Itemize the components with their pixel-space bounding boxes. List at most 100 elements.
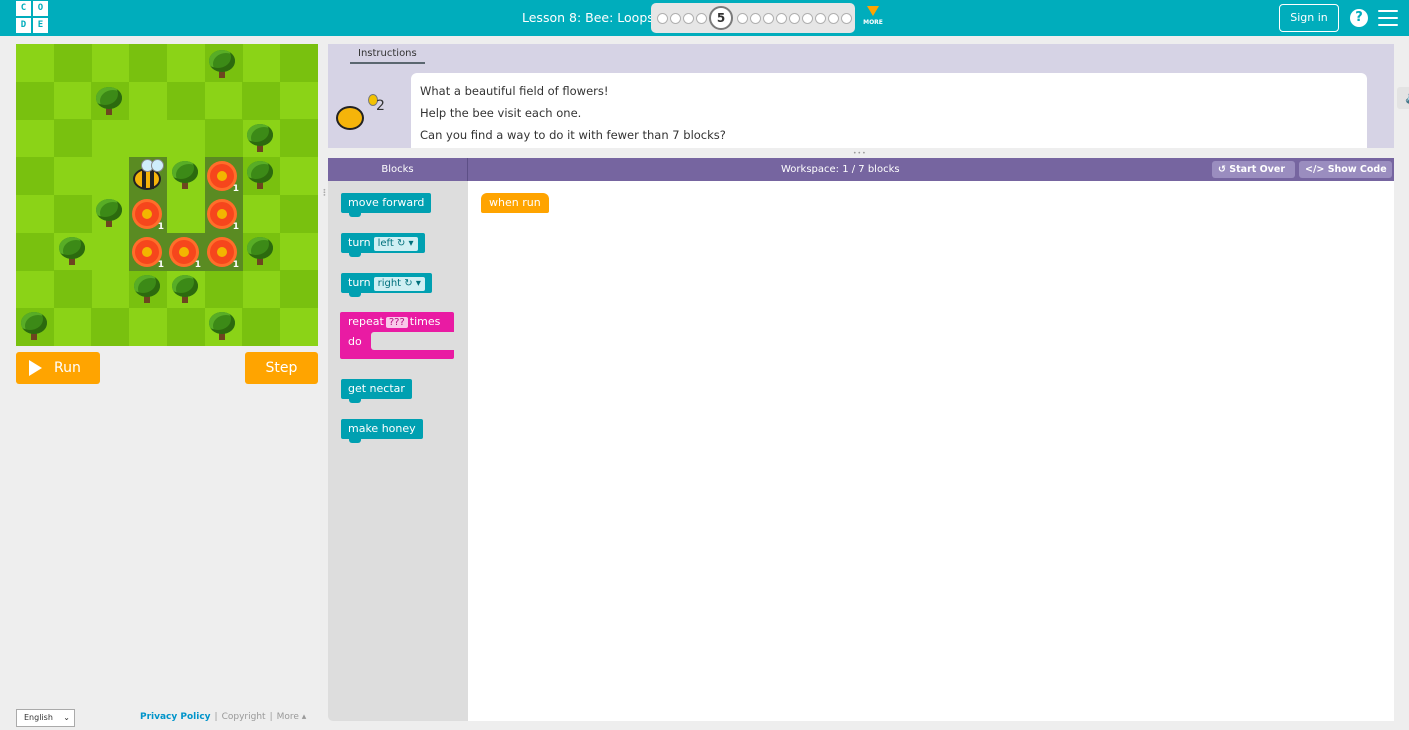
- run-button[interactable]: Run: [16, 352, 100, 384]
- workspace-title: Workspace: 1 / 7 blocks: [781, 164, 900, 175]
- level-dot[interactable]: [828, 13, 839, 24]
- repeat-label: repeat: [348, 315, 384, 328]
- flower-icon: 1: [132, 237, 164, 270]
- level-dot[interactable]: [776, 13, 787, 24]
- copyright-link[interactable]: Copyright: [222, 712, 266, 722]
- privacy-policy-link[interactable]: Privacy Policy: [140, 712, 211, 722]
- repeat-header: repeat??? times: [348, 315, 440, 328]
- turn-left-block[interactable]: turn left ↻ ▾: [341, 233, 425, 257]
- blocks-title: Blocks: [328, 158, 468, 181]
- tree-icon: [206, 48, 238, 80]
- tree-icon: [93, 85, 125, 117]
- bee-avatar: 2: [332, 90, 386, 138]
- more-label: MORE: [863, 19, 883, 26]
- start-over-label: Start Over: [1229, 164, 1286, 175]
- show-code-button[interactable]: </> Show Code: [1299, 161, 1392, 178]
- get-nectar-block[interactable]: get nectar: [341, 379, 412, 403]
- level-dot[interactable]: [802, 13, 813, 24]
- workspace-header: Blocks Workspace: 1 / 7 blocks ↺ Start O…: [328, 158, 1394, 181]
- flower-icon: 1: [207, 237, 239, 270]
- level-dot[interactable]: [841, 13, 852, 24]
- when-run-block[interactable]: when run: [481, 193, 549, 213]
- make-honey-block[interactable]: make honey: [341, 419, 423, 443]
- step-button[interactable]: Step: [245, 352, 318, 384]
- tree-icon: [244, 159, 276, 191]
- instructions-bubble: What a beautiful field of flowers! Help …: [411, 73, 1409, 148]
- tree-icon: [56, 235, 88, 267]
- level-dot[interactable]: [670, 13, 681, 24]
- flower-icon: 1: [207, 161, 239, 194]
- level-dot[interactable]: [657, 13, 668, 24]
- repeat-count-field[interactable]: ???: [385, 317, 408, 328]
- help-icon[interactable]: ?: [1350, 9, 1368, 27]
- block-toolbox: [328, 181, 468, 721]
- more-levels-button[interactable]: MORE: [860, 5, 886, 31]
- bee-character-icon: [131, 159, 165, 193]
- code-org-logo[interactable]: C O D E: [16, 1, 48, 33]
- do-label: do: [348, 335, 362, 348]
- level-dot[interactable]: [763, 13, 774, 24]
- hint-count: 2: [376, 98, 385, 114]
- current-level-bubble[interactable]: 5: [709, 6, 733, 30]
- move-forward-block[interactable]: move forward: [341, 193, 432, 217]
- logo-letter-d: D: [16, 18, 31, 33]
- level-dot[interactable]: [737, 13, 748, 24]
- language-value: English: [24, 713, 53, 722]
- level-dot[interactable]: [750, 13, 761, 24]
- top-header: C O D E Lesson 8: Bee: Loops 5 MORE Sign…: [0, 0, 1409, 36]
- lesson-title[interactable]: Lesson 8: Bee: Loops: [522, 10, 654, 25]
- toolbox-resize-handle[interactable]: •••: [320, 188, 327, 196]
- show-code-label: Show Code: [1327, 164, 1387, 175]
- tree-icon: [93, 197, 125, 229]
- chevron-down-icon: ⌄: [63, 713, 70, 722]
- flower-icon: 1: [132, 199, 164, 232]
- level-progress-bar: 5: [651, 3, 855, 33]
- direction-dropdown[interactable]: right ↻ ▾: [373, 277, 425, 291]
- logo-letter-c: C: [16, 1, 31, 16]
- sign-in-button[interactable]: Sign in: [1279, 4, 1339, 32]
- tree-icon: [169, 273, 201, 305]
- tree-icon: [169, 159, 201, 191]
- level-dot[interactable]: [683, 13, 694, 24]
- level-dot[interactable]: [815, 13, 826, 24]
- repeat-block[interactable]: repeat??? times do: [340, 312, 454, 359]
- turn-label: turn: [348, 276, 371, 289]
- times-label: times: [409, 315, 441, 328]
- tree-icon: [206, 310, 238, 342]
- turn-label: turn: [348, 236, 371, 249]
- repeat-slot: [371, 332, 454, 350]
- instructions-panel: 2 What a beautiful field of flowers! Hel…: [328, 66, 1409, 148]
- tab-instructions[interactable]: Instructions: [350, 48, 425, 64]
- more-link[interactable]: More ▴: [277, 712, 307, 722]
- logo-letter-e: E: [33, 18, 48, 33]
- play-icon: [29, 360, 42, 376]
- turn-right-block[interactable]: turn right ↻ ▾: [341, 273, 432, 297]
- run-label: Run: [54, 360, 81, 376]
- instructions-tab-bar: Instructions: [328, 44, 1394, 66]
- direction-dropdown[interactable]: left ↻ ▾: [373, 237, 418, 251]
- undo-icon: ↺: [1218, 164, 1230, 175]
- instruction-line: Can you find a way to do it with fewer t…: [420, 128, 726, 142]
- flower-icon: 1: [207, 199, 239, 232]
- instruction-line: Help the bee visit each one.: [420, 106, 582, 120]
- tree-icon: [244, 122, 276, 154]
- resize-grip-icon[interactable]: •••: [853, 150, 867, 157]
- footer-links: Privacy Policy | Copyright | More ▴: [140, 712, 307, 722]
- tree-icon: [244, 235, 276, 267]
- level-dot[interactable]: [696, 13, 707, 24]
- start-over-button[interactable]: ↺ Start Over: [1212, 161, 1295, 178]
- logo-letter-o: O: [33, 1, 48, 16]
- hamburger-menu-icon[interactable]: [1378, 10, 1398, 26]
- instruction-line: What a beautiful field of flowers!: [420, 84, 609, 98]
- maze-visualization: 1 1 1 1 1 1: [16, 44, 318, 346]
- speaker-icon[interactable]: 🔈: [1405, 90, 1409, 104]
- code-workspace[interactable]: [468, 181, 1394, 721]
- flower-icon: 1: [169, 237, 201, 270]
- footer: English ⌄ Privacy Policy | Copyright | More …: [0, 706, 318, 730]
- code-icon: </>: [1305, 164, 1328, 175]
- chevron-down-icon: [867, 6, 879, 16]
- tree-icon: [18, 310, 50, 342]
- language-select[interactable]: English ⌄: [16, 709, 75, 727]
- level-dot[interactable]: [789, 13, 800, 24]
- audio-controls: 🔈: [1397, 87, 1409, 109]
